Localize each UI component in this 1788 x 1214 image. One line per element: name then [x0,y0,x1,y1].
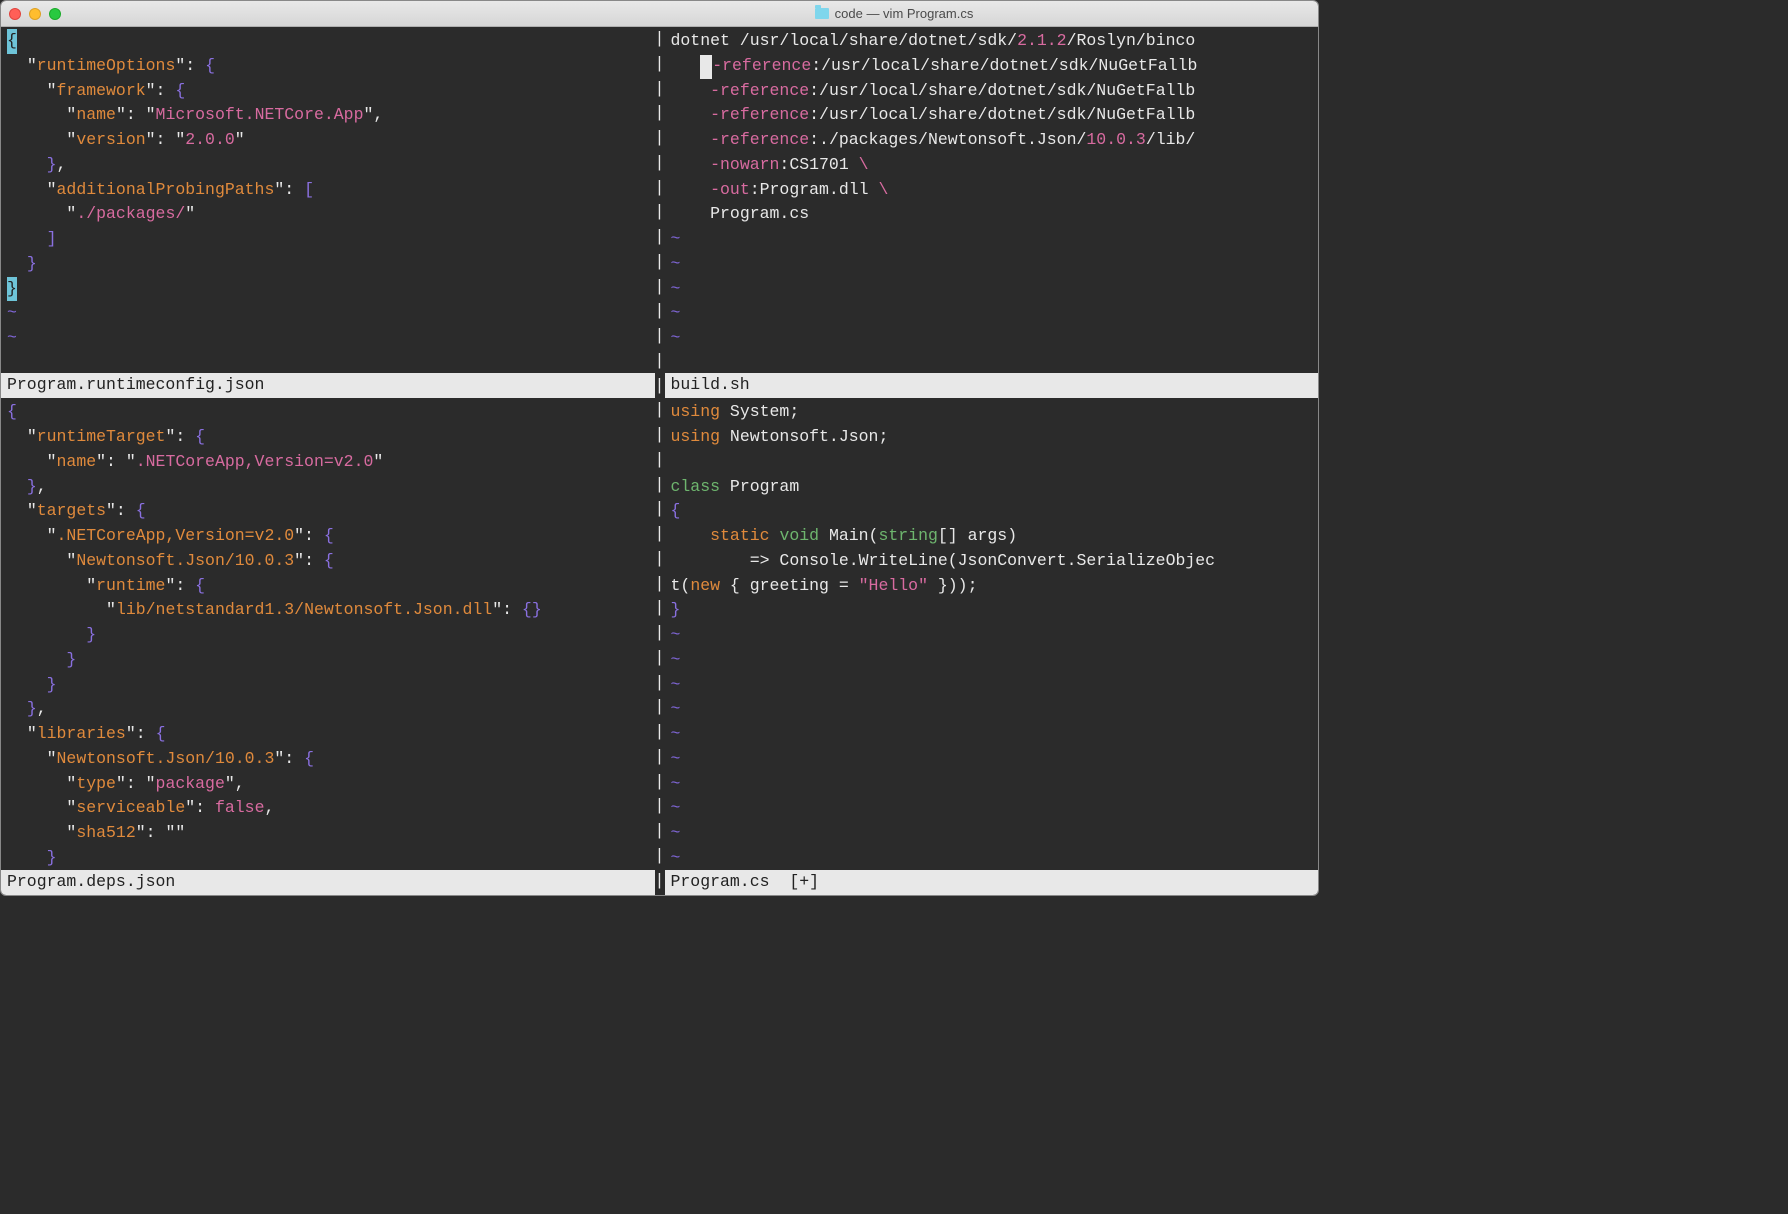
build-line: :/usr/local/share/dotnet/sdk/NuGetFallb [811,56,1197,75]
status-topleft: Program.runtimeconfig.json [1,373,655,398]
json-key: targets [37,501,106,520]
json-value: ./packages/ [76,204,185,223]
json-value: .NETCoreApp,Version=v2.0 [136,452,374,471]
json-key: Newtonsoft.Json/10.0.3 [57,749,275,768]
tilde-line: ~ [671,675,681,694]
folder-icon [815,8,829,19]
json-key: version [76,130,145,149]
build-line: Program.cs [710,204,809,223]
json-value: false [215,798,265,817]
json-key: name [76,105,116,124]
tilde-line: ~ [7,303,17,322]
terminal-window: code — vim Program.cs { "runtimeOptions"… [0,0,1319,896]
json-key: lib/netstandard1.3/Newtonsoft.Json.dll [116,600,492,619]
json-key: runtimeTarget [37,427,166,446]
json-key: libraries [37,724,126,743]
code-line: Program [720,477,799,496]
tilde-line: ~ [671,650,681,669]
minimize-icon[interactable] [29,8,41,20]
build-line: dotnet /usr/local/share/dotnet/sdk/ [671,31,1018,50]
tilde-line: ~ [671,279,681,298]
vim-editor[interactable]: { "runtimeOptions": { "framework": { "na… [1,27,1318,895]
json-value: Microsoft.NETCore.App [156,105,364,124]
json-key: runtimeOptions [37,56,176,75]
window-title: code — vim Program.cs [835,4,974,24]
tilde-line: ~ [671,798,681,817]
code-line: System; [720,402,799,421]
tilde-line: ~ [671,724,681,743]
json-key: serviceable [76,798,185,817]
close-icon[interactable] [9,8,21,20]
pane-deps[interactable]: { "runtimeTarget": { "name": ".NETCoreAp… [1,398,655,870]
json-key: Newtonsoft.Json/10.0.3 [76,551,294,570]
tilde-line: ~ [7,328,17,347]
tilde-line: ~ [671,625,681,644]
titlebar[interactable]: code — vim Program.cs [1,1,1318,27]
tilde-line: ~ [671,254,681,273]
json-key: additionalProbingPaths [57,180,275,199]
code-line: Newtonsoft.Json; [720,427,888,446]
pane-build[interactable]: dotnet /usr/local/share/dotnet/sdk/2.1.2… [665,27,1319,373]
status-bottomright: Program.cs [+] [665,870,1319,895]
json-key: sha512 [76,823,135,842]
json-key: type [76,774,116,793]
fold-close-marker: } [7,277,17,302]
tilde-line: ~ [671,328,681,347]
build-line: :/usr/local/share/dotnet/sdk/NuGetFallb [809,81,1195,100]
traffic-lights [9,8,61,20]
maximize-icon[interactable] [49,8,61,20]
tilde-line: ~ [671,848,681,867]
tilde-line: ~ [671,749,681,768]
vertical-split[interactable]: | | | | | | | | | | | | | | | | | | | | … [655,27,665,895]
cursor [700,55,712,78]
json-key: framework [57,81,146,100]
pane-program[interactable]: using System; using Newtonsoft.Json; cla… [665,398,1319,870]
status-topright: build.sh [665,373,1319,398]
pane-runtimeconfig[interactable]: { "runtimeOptions": { "framework": { "na… [1,27,655,373]
json-value: 2.0.0 [185,130,235,149]
json-key: name [57,452,97,471]
tilde-line: ~ [671,774,681,793]
tilde-line: ~ [671,229,681,248]
json-value: package [156,774,225,793]
code-line: => Console.WriteLine(JsonConvert.Seriali… [671,551,1216,570]
tilde-line: ~ [671,303,681,322]
tilde-line: ~ [671,823,681,842]
build-line: :/usr/local/share/dotnet/sdk/NuGetFallb [809,105,1195,124]
tilde-line: ~ [671,699,681,718]
fold-open-marker: { [7,29,17,54]
json-key: runtime [96,576,165,595]
json-key: .NETCoreApp,Version=v2.0 [57,526,295,545]
status-bottomleft: Program.deps.json [1,870,655,895]
